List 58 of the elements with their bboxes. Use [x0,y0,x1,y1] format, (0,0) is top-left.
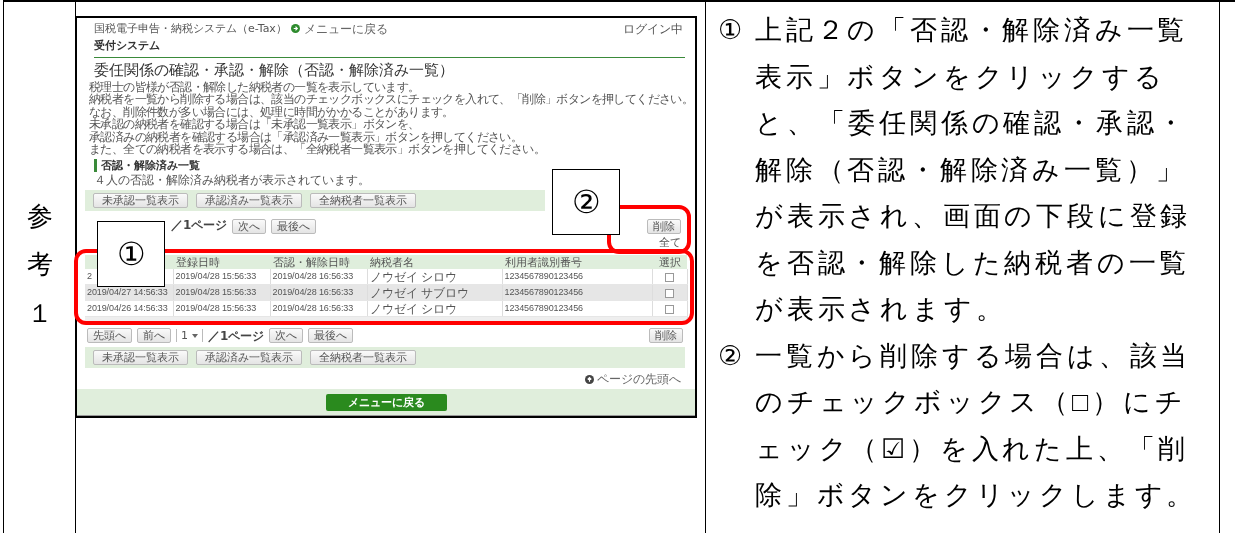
instruction-text: 税理士の皆様が否認・解除した納税者の一覧を表示しています。 [89,81,421,94]
column-header: 否認・解除日時 [270,255,367,270]
table-cell: 1234567890123456 [502,300,652,317]
section-title: 否認・解除済み一覧 [94,159,200,173]
callout-label: ② [552,169,620,236]
page-select[interactable]: 1 [176,329,203,343]
instruction-text: なお、削除件数が多い場合には、処理に時間がかかることがあります。 [89,105,455,119]
table-cell: ノウゼイ シロウ [367,269,502,285]
note-text: ② 一覧から削除する場合は、該当のチェックボックス（□）にチェック（☑）を入れた上、「削除」ボタンをクリックします。 [718,339,1199,512]
table-cell: ノウゼイ シロウ [367,300,502,317]
select-all-link[interactable]: 全て [659,237,681,250]
pager-button[interactable]: 最後へ [308,328,354,344]
row-checkbox[interactable] [665,288,674,298]
caret-icon [192,333,198,338]
row-label: 参考１ [26,201,53,330]
instruction-text: また、全ての納税者を表示する場合は、「全納税者一覧表示」ボタンを押してください。 [89,143,546,156]
pager-button[interactable]: 先頭へ [87,328,132,344]
instruction-text: 未承認の納税者を確認する場合は「未承認一覧表示」ボタンを、 [89,118,421,131]
table-cell: 2019/04/28 16:56:33 [270,300,367,317]
menu-link[interactable]: メニューに戻る [303,22,388,35]
pager-button[interactable]: 次へ [232,219,267,235]
system-name: 国税電子申告・納税システム（e-Tax） [94,23,287,34]
page-title: 委任関係の確認・承認・解除（否認・解除済み一覧） [93,62,455,79]
menu-button[interactable]: メニューに戻る [325,393,447,411]
instruction-text: 納税者を一覧から削除する場合は、該当のチェックボックスにチェックを入れて、「削除」ボタンを押してください。 [89,93,695,106]
result-count: ４人の否認・解除済み納税者が表示されています。 [94,174,370,188]
arrow-circle-icon [290,24,300,33]
view-button[interactable]: 承認済み一覧表示 [196,350,302,366]
table-cell: 1234567890123456 [502,269,652,285]
page-count: ／1ページ [208,329,265,342]
view-button[interactable]: 未承認一覧表示 [93,193,188,209]
view-button[interactable]: 全納税者一覧表示 [310,193,416,209]
view-button[interactable]: 承認済み一覧表示 [196,193,302,209]
delete-button[interactable]: 削除 [647,219,681,235]
login-status: ログイン中 [623,22,683,35]
table-cell: 2019/04/26 14:56:33 [85,300,173,317]
pager-button[interactable]: 最後へ [271,219,317,235]
column-header: 利用者識別番号 [502,255,652,270]
callout-label: ① [97,221,165,288]
instruction-text: 承認済みの納税者を確認する場合は「承認済み一覧表示」ボタンを押してください。 [89,130,524,144]
subsystem-name: 受付システム [93,39,161,52]
delete-button[interactable]: 削除 [649,328,683,344]
note-text: ① 上記２の「否認・解除済み一覧表示」ボタンをクリックすると、「委任関係の確認・承認・解除（否認・解除済み一覧）」が表示され、画面の下段に登録を否認・解除した納税者の一覧が表示されます。 [718,14,1193,326]
table-cell: 2019/04/28 16:56:33 [270,269,367,285]
column-header: 登録日時 [173,255,270,270]
column-header: 選択 [652,255,687,270]
row-checkbox[interactable] [665,304,674,314]
page-top-link[interactable]: ページの先頭へ [597,373,681,386]
pager-button[interactable]: 前へ [137,328,171,344]
row-checkbox[interactable] [665,272,674,282]
table-cell: 2019/04/28 15:56:33 [173,269,270,285]
table-cell: 2019/04/28 15:56:33 [173,300,270,317]
view-button[interactable]: 全納税者一覧表示 [310,350,416,366]
view-button[interactable]: 未承認一覧表示 [93,350,188,366]
up-arrow-icon [585,374,594,384]
page-count: ／1ページ [171,219,228,232]
column-header: 納税者名 [367,255,502,270]
pager-button[interactable]: 次へ [269,328,304,344]
